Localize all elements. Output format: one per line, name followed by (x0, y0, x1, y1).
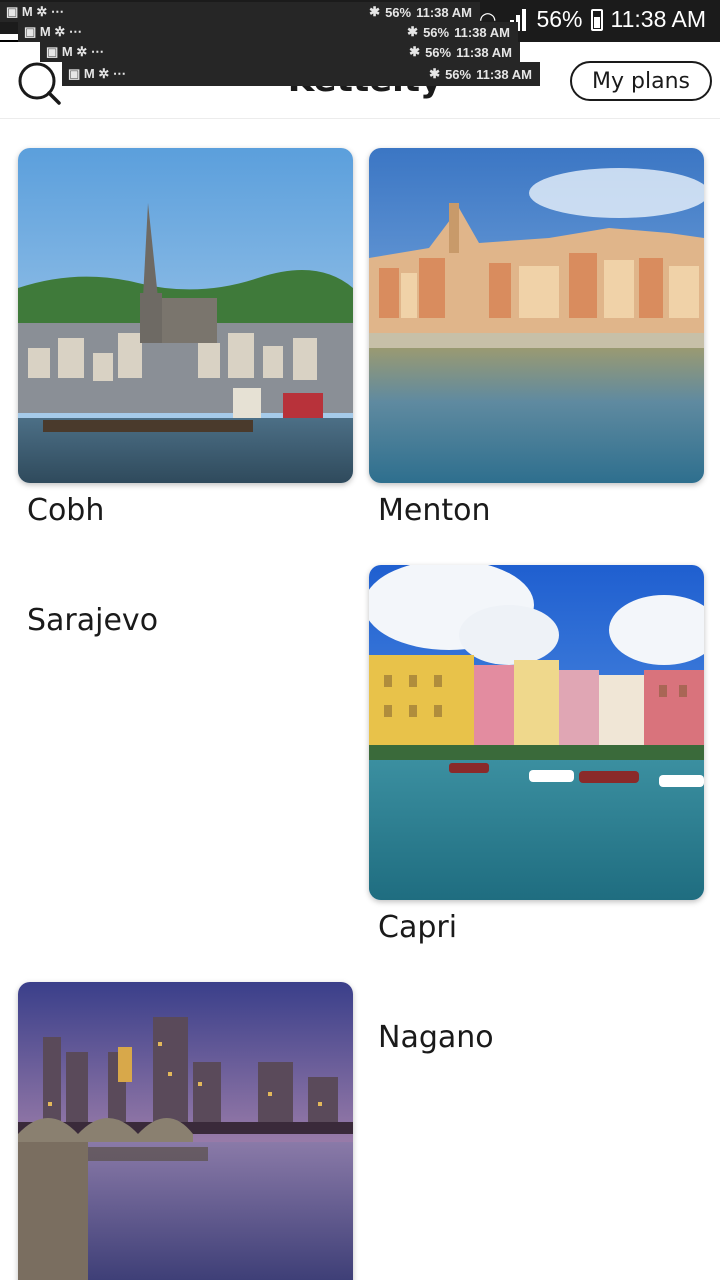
overlay-time: 11:38 AM (454, 24, 510, 40)
overlay-battery: 56% (445, 66, 472, 82)
bluetooth-icon: ✱ (407, 24, 419, 39)
overlay-time: 11:38 AM (456, 44, 512, 60)
status-overlay: ▣ M ✲ ⋯ ✱ 56% 11:38 AM (62, 62, 540, 86)
destination-image (369, 565, 704, 900)
status-overlay: ▣ M ✲ ⋯ ✱ 56% 11:38 AM (40, 42, 520, 62)
bluetooth-icon: ✱ (369, 4, 381, 19)
status-overlay: ▣ M ✲ ⋯ ✱ 56% 11:38 AM (0, 2, 480, 22)
destination-name: Sarajevo (27, 603, 159, 638)
overlay-status: ✱ 56% 11:38 AM (369, 4, 472, 20)
destination-card-minneapolis[interactable] (18, 982, 353, 1280)
destination-name: Nagano (378, 1020, 494, 1055)
destination-image (18, 982, 353, 1280)
destination-name: Cobh (27, 493, 105, 528)
overlay-battery: 56% (423, 24, 450, 40)
my-plans-button[interactable]: My plans (570, 61, 712, 101)
overlay-battery: 56% (385, 4, 412, 20)
bluetooth-icon: ✱ (409, 44, 421, 59)
battery-icon (590, 8, 603, 31)
notification-icons: ▣ M ✲ ⋯ (68, 66, 126, 81)
notification-icons: ▣ M ✲ ⋯ (46, 44, 104, 59)
overlay-battery: 56% (425, 44, 452, 60)
overlay-time: 11:38 AM (416, 4, 472, 20)
destination-card-menton[interactable]: Menton (369, 148, 704, 528)
bluetooth-icon: ✱ (429, 66, 441, 81)
battery-percent: 56% (536, 6, 583, 32)
destination-grid: Cobh Menton Sarajevo Capri Nagano (0, 119, 720, 1280)
search-button[interactable] (16, 60, 62, 106)
overlay-status: ✱ 56% 11:38 AM (409, 44, 512, 60)
status-overlay: ▣ M ✲ ⋯ ✱ 56% 11:38 AM (18, 22, 518, 42)
status-time: 11:38 AM (610, 6, 706, 32)
search-icon (18, 62, 61, 105)
overlay-status: ✱ 56% 11:38 AM (407, 24, 510, 40)
destination-name: Menton (378, 493, 491, 528)
destination-image (18, 148, 353, 483)
overlay-status: ✱ 56% 11:38 AM (429, 66, 532, 82)
notification-icons: ▣ M ✲ ⋯ (6, 4, 64, 19)
destination-card-cobh[interactable]: Cobh (18, 148, 353, 528)
destination-card-capri[interactable]: Capri (369, 565, 704, 945)
notification-icons: ▣ M ✲ ⋯ (24, 24, 82, 39)
destination-image (369, 148, 704, 483)
destination-name: Capri (378, 910, 458, 945)
overlay-time: 11:38 AM (476, 66, 532, 82)
